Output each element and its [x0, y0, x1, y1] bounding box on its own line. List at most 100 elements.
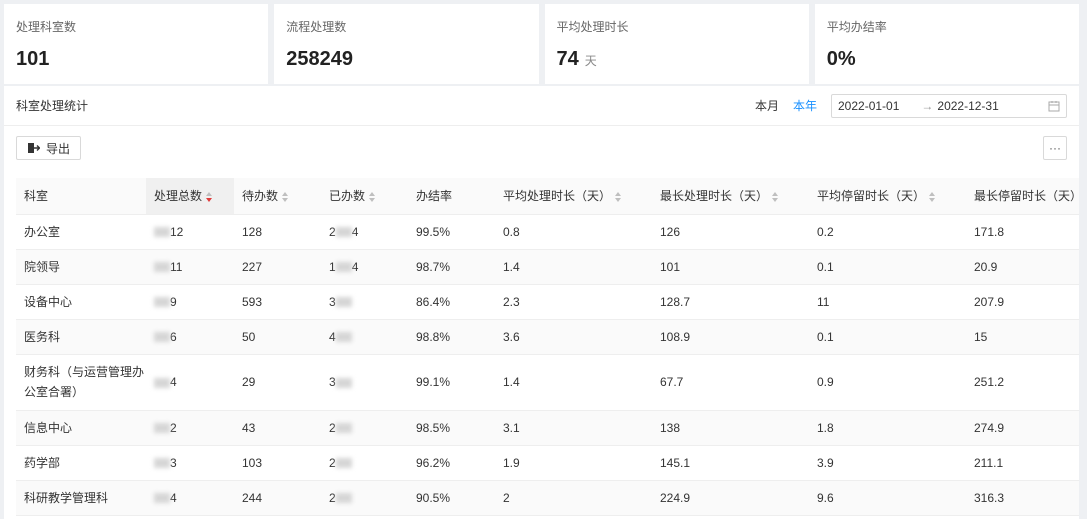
redacted-mark [335, 458, 352, 469]
cell-pending: 593 [234, 284, 321, 320]
cell-pending: 227 [234, 249, 321, 285]
redacted-mark [335, 493, 352, 504]
stat-label: 平均办结率 [826, 20, 887, 34]
col-header-avg-proc[interactable]: 平均处理时长（天） [495, 178, 652, 215]
date-range-picker[interactable]: 2022-01-01 → 2022-12-31 [831, 93, 1067, 118]
table-row[interactable]: 信息中心 2 43 2 98.5% 3.1 138 1.8 274.9 [16, 410, 1079, 446]
more-options-button[interactable]: ··· [1043, 136, 1067, 160]
cell-dept: 科研教学管理科 [16, 480, 146, 516]
cell-total-value: 4 [170, 490, 177, 505]
cell-max-proc: 126 [652, 214, 809, 250]
cell-avg-stay: 0.2 [809, 214, 966, 250]
col-header-dept: 科室 [16, 178, 146, 215]
cell-rate: 99.5% [408, 214, 495, 250]
cell-pending: 29 [234, 354, 321, 411]
cell-done: 2 [321, 480, 408, 516]
sort-icon[interactable] [929, 192, 936, 203]
redacted-mark [154, 458, 170, 469]
date-end[interactable]: 2022-12-31 [937, 99, 998, 113]
cell-total: 4 [146, 480, 234, 516]
redacted-mark [154, 423, 170, 434]
cell-done-prefix: 4 [329, 329, 336, 344]
dept-stats-table: 科室 处理总数 待办数 已办数 办结率 平均处理时长（天） 最长处理时长（天） … [16, 178, 1079, 516]
cell-total-value: 3 [170, 455, 177, 470]
cell-done: 3 [321, 284, 408, 320]
redacted-mark [154, 297, 170, 308]
cell-dept: 药学部 [16, 445, 146, 481]
stat-value: 74 天 [556, 48, 597, 70]
table-row[interactable]: 医务科 6 50 4 98.8% 3.6 108.9 0.1 15 [16, 319, 1079, 355]
cell-total-value: 11 [170, 259, 183, 274]
cell-max-proc: 101 [652, 249, 809, 285]
stat-label: 平均处理时长 [556, 20, 629, 34]
cell-max-stay: 171.8 [966, 214, 1079, 250]
cell-max-proc: 145.1 [652, 445, 809, 481]
cell-avg-proc: 2.3 [495, 284, 652, 320]
sort-icon[interactable] [282, 192, 289, 203]
table-row[interactable]: 设备中心 9 593 3 86.4% 2.3 128.7 11 207.9 [16, 284, 1079, 320]
export-button[interactable]: 导出 [16, 136, 82, 160]
table-row[interactable]: 药学部 3 103 2 96.2% 1.9 145.1 3.9 211.1 [16, 445, 1079, 481]
sort-desc-icon[interactable] [206, 192, 213, 203]
redacted-mark [154, 332, 170, 343]
cell-max-stay: 251.2 [966, 354, 1079, 411]
range-this-month-link[interactable]: 本月 [755, 97, 779, 114]
cell-avg-proc: 3.6 [495, 319, 652, 355]
range-this-year-link[interactable]: 本年 [793, 97, 817, 114]
table-row[interactable]: 院领导 11 227 1 4 98.7% 1.4 101 0.1 20.9 [16, 249, 1079, 285]
cell-pending: 244 [234, 480, 321, 516]
redacted-mark [335, 262, 352, 273]
sort-icon[interactable] [772, 192, 779, 203]
cell-dept: 设备中心 [16, 284, 146, 320]
cell-total: 4 [146, 354, 234, 411]
cell-avg-stay: 0.1 [809, 249, 966, 285]
cell-done: 24 [321, 214, 408, 250]
col-header-max-proc[interactable]: 最长处理时长（天） [652, 178, 809, 215]
col-header-total[interactable]: 处理总数 [146, 178, 234, 215]
cell-done-prefix: 2 [329, 490, 336, 505]
cell-rate: 98.5% [408, 410, 495, 446]
date-start[interactable]: 2022-01-01 [838, 99, 899, 113]
redacted-mark [335, 297, 352, 308]
cell-rate: 90.5% [408, 480, 495, 516]
cell-pending: 128 [234, 214, 321, 250]
cell-done-suffix: 4 [351, 224, 359, 239]
cell-max-stay: 15 [966, 319, 1079, 355]
cell-rate: 96.2% [408, 445, 495, 481]
sort-icon[interactable] [615, 192, 622, 203]
redacted-mark [335, 423, 352, 434]
cell-rate: 98.8% [408, 319, 495, 355]
cell-max-proc: 67.7 [652, 354, 809, 411]
sort-icon[interactable] [369, 192, 376, 203]
col-header-pending[interactable]: 待办数 [234, 178, 321, 215]
col-header-max-stay[interactable]: 最长停留时长（天） [966, 178, 1079, 215]
table-row[interactable]: 办公室 12 128 2 4 99.5% 0.8 126 0.2 171.8 [16, 214, 1079, 250]
col-header-done[interactable]: 已办数 [321, 178, 408, 215]
export-label: 导出 [46, 141, 71, 156]
calendar-icon[interactable] [1048, 100, 1060, 112]
redacted-mark [154, 227, 170, 238]
cell-rate: 98.7% [408, 249, 495, 285]
col-header-avg-stay[interactable]: 平均停留时长（天） [809, 178, 966, 215]
cell-total: 2 [146, 410, 234, 446]
stat-value: 101 [16, 48, 50, 70]
cell-max-proc: 128.7 [652, 284, 809, 320]
cell-max-stay: 207.9 [966, 284, 1079, 320]
cell-pending: 103 [234, 445, 321, 481]
cell-dept: 办公室 [16, 214, 146, 250]
cell-total-value: 4 [170, 375, 177, 389]
cell-avg-proc: 1.4 [495, 249, 652, 285]
cell-done-prefix: 2 [329, 224, 336, 239]
table-row[interactable]: 科研教学管理科 4 244 2 90.5% 2 224.9 9.6 316.3 [16, 480, 1079, 516]
cell-avg-stay: 3.9 [809, 445, 966, 481]
cell-dept: 财务科（与运营管理办公室合署） [16, 354, 146, 411]
cell-pending: 50 [234, 319, 321, 355]
cell-max-stay: 211.1 [966, 445, 1079, 481]
cell-done-prefix: 3 [329, 375, 336, 389]
cell-max-proc: 138 [652, 410, 809, 446]
cell-avg-proc: 0.8 [495, 214, 652, 250]
cell-total: 9 [146, 284, 234, 320]
table-row[interactable]: 财务科（与运营管理办公室合署） 4 29 3 99.1% 1.4 67.7 0.9 251.2 [16, 354, 1079, 411]
cell-done: 3 [321, 354, 408, 411]
cell-total-value: 6 [170, 329, 177, 344]
